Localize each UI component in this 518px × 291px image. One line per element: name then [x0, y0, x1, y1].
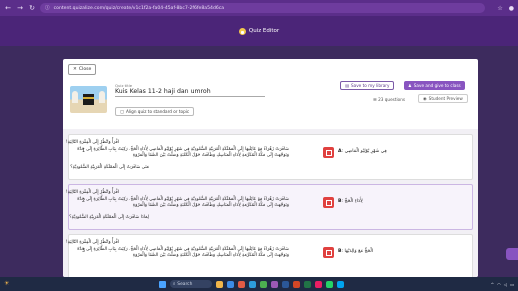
save-to-library-label: Save to my library: [350, 83, 390, 88]
answer-option-icon: [323, 147, 334, 158]
weather-icon[interactable]: ☀: [4, 280, 12, 288]
save-and-give-label: Save and give to class: [413, 83, 461, 88]
class-icon: ♟: [408, 83, 412, 88]
align-quiz-button[interactable]: ▢ Align quiz to standard or topic: [115, 107, 195, 116]
answer-option-icon: [323, 197, 334, 208]
quiz-cover-image[interactable]: [70, 86, 107, 113]
question-card[interactable]: اقْرَأْ وَانْظُرْ إِلَى الْفِقْرَةِ التَ…: [65, 134, 473, 180]
forward-icon[interactable]: →: [16, 4, 24, 12]
word-icon[interactable]: [281, 280, 289, 288]
question-passage-line: سَافَرَتْ زَهْرَاءُ مَعَ عَائِلَتِهَا إِ…: [77, 197, 289, 202]
widgets-icon[interactable]: [215, 280, 223, 288]
question-number: 3: [82, 249, 86, 254]
excel-icon[interactable]: [303, 280, 311, 288]
search-icon: ⌕: [172, 282, 176, 287]
browser-chrome: ← → ↻ ⓘ content.quizalize.com/quiz/creat…: [0, 0, 518, 16]
kaaba-shape: [83, 94, 94, 105]
save-to-library-button[interactable]: ▤ Save to my library: [340, 81, 395, 90]
student-preview-button[interactable]: ◉ Student Preview: [418, 94, 468, 103]
save-and-give-button[interactable]: ♟ Save and give to class: [404, 81, 465, 90]
star-icon[interactable]: ☆: [497, 5, 502, 12]
close-icon: ✕: [73, 67, 77, 72]
store-icon[interactable]: [270, 280, 278, 288]
answer-text: فِي شَهْرِ يُوْلِيُو الْمَاضِي: [344, 149, 387, 154]
correct-answer: A: فِي شَهْرِ يُوْلِيُو الْمَاضِي: [338, 149, 387, 154]
answer-text: لِأَدَاءِ الْحَجِّ: [344, 199, 363, 204]
system-tray: ^ ◠ ◁ ▭: [491, 282, 514, 287]
question-passage-line: سَافَرَتْ زَهْرَاءُ مَعَ عَائِلَتِهَا إِ…: [77, 147, 289, 152]
chrome-icon[interactable]: [259, 280, 267, 288]
question-prompt: لِمَاذَا سَافَرَتْ إِلَى الْمَمْلَكَةِ ا…: [69, 215, 149, 220]
windows-start-icon[interactable]: [158, 280, 166, 288]
answer-option-icon: [323, 247, 334, 258]
answer-letter: B: [338, 199, 342, 204]
profile-icon[interactable]: ●: [509, 5, 514, 12]
correct-answer: B: لِأَدَاءِ الْحَجِّ: [338, 199, 363, 204]
app-header: Quiz Editor: [0, 16, 518, 46]
question-passage-line: وَتَوَجَّهَتْ إِلَى مَكَّةَ الْمُكَرَّمَ…: [132, 153, 289, 158]
quiz-title-input[interactable]: Kuis Kelas 11-2 haji dan umroh: [115, 88, 265, 97]
question-list: اقْرَأْ وَانْظُرْ إِلَى الْفِقْرَةِ التَ…: [63, 129, 478, 277]
align-quiz-label: Align quiz to standard or topic: [125, 109, 190, 114]
question-prompt: مَتَى سَافَرَتْ إِلَى الْمَمْلَكَةِ الْع…: [70, 165, 149, 170]
taskbar-search-label: Search: [177, 281, 193, 287]
wifi-icon[interactable]: ◠: [497, 282, 501, 287]
taskbar-search[interactable]: ⌕ Search: [169, 280, 212, 288]
whatsapp-icon[interactable]: [325, 280, 333, 288]
question-instruction: اقْرَأْ وَانْظُرْ إِلَى الْفِقْرَةِ التَ…: [65, 140, 119, 145]
close-label: Close: [78, 67, 92, 72]
kaaba-band: [83, 97, 94, 99]
cover-arch-right: [99, 91, 105, 103]
answer-text: الْحَجُّ مَعَ وَالِدَيْهَا: [344, 249, 374, 254]
reload-icon[interactable]: ↻: [28, 4, 36, 12]
document-icon: ▢: [120, 109, 124, 114]
question-number: 1: [82, 149, 86, 154]
file-explorer-icon[interactable]: [226, 280, 234, 288]
question-card[interactable]: اقْرَأْ وَانْظُرْ إِلَى الْفِقْرَةِ التَ…: [65, 184, 473, 230]
chat-widget-button[interactable]: [506, 248, 518, 260]
powerpoint-icon[interactable]: [292, 280, 300, 288]
address-bar[interactable]: ⓘ content.quizalize.com/quiz/create/v1c1…: [40, 3, 486, 13]
site-info-icon[interactable]: ⓘ: [45, 5, 50, 11]
answer-letter: B: [338, 249, 342, 254]
chevron-up-icon[interactable]: ^: [491, 282, 495, 287]
question-passage-line: سَافَرَتْ زَهْرَاءُ مَعَ عَائِلَتِهَا إِ…: [77, 247, 289, 252]
volume-icon[interactable]: ◁: [504, 282, 507, 287]
taskbar-apps: ⌕ Search: [12, 280, 491, 288]
app-title: Quiz Editor: [248, 28, 280, 34]
question-count: ☰ 23 questions: [373, 97, 405, 102]
eye-icon: ◉: [423, 96, 427, 101]
quiz-editor-icon: [238, 27, 246, 35]
correct-answer: B: الْحَجُّ مَعَ وَالِدَيْهَا: [338, 249, 374, 254]
url-text: content.quizalize.com/quiz/create/v1c1f2…: [53, 5, 225, 11]
library-icon: ▤: [345, 83, 349, 88]
battery-icon[interactable]: ▭: [510, 282, 514, 287]
taskbar: ☀ ⌕ Search ^ ◠ ◁ ▭: [0, 277, 518, 291]
browser-actions: ☆ ●: [497, 5, 514, 12]
question-instruction: اقْرَأْ وَانْظُرْ إِلَى الْفِقْرَةِ التَ…: [65, 190, 119, 195]
settings-icon[interactable]: [336, 280, 344, 288]
question-instruction: اقْرَأْ وَانْظُرْ إِلَى الْفِقْرَةِ التَ…: [65, 240, 119, 245]
app-icon[interactable]: [237, 280, 245, 288]
edge-icon[interactable]: [248, 280, 256, 288]
student-preview-label: Student Preview: [428, 96, 463, 101]
question-card[interactable]: اقْرَأْ وَانْظُرْ إِلَى الْفِقْرَةِ التَ…: [65, 234, 473, 277]
media-icon[interactable]: [314, 280, 322, 288]
question-passage-line: وَتَوَجَّهَتْ إِلَى مَكَّةَ الْمُكَرَّمَ…: [132, 203, 289, 208]
question-count-text: 23 questions: [378, 97, 406, 102]
list-icon: ☰: [373, 97, 377, 102]
quiz-editor-panel: ✕ Close Quiz title Kuis Kelas 11-2 haji …: [63, 59, 478, 277]
close-button[interactable]: ✕ Close: [68, 64, 97, 75]
answer-letter: A: [338, 149, 342, 154]
back-icon[interactable]: ←: [4, 4, 12, 12]
question-number: 2: [82, 199, 86, 204]
question-passage-line: وَتَوَجَّهَتْ إِلَى مَكَّةَ الْمُكَرَّمَ…: [132, 253, 289, 258]
cover-arch-left: [72, 91, 78, 103]
